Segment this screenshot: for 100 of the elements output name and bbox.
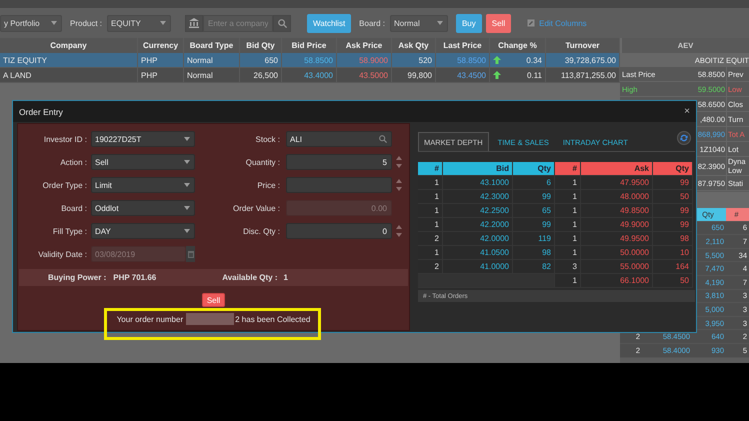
column-header: Ask Qty: [392, 38, 436, 53]
table-cell: 47.9500: [581, 176, 653, 190]
redaction-block: [186, 313, 234, 325]
dropdown-field[interactable]: 190227D25T: [91, 131, 195, 147]
table-cell: 42.2500: [443, 204, 513, 218]
table-cell: 41.0000: [443, 260, 513, 274]
field-label: Investor ID :: [42, 134, 87, 144]
column-header: Bid: [443, 162, 513, 176]
close-button[interactable]: ×: [684, 106, 690, 117]
caret-icon: [184, 229, 190, 233]
table-cell: 41.0500: [443, 246, 513, 260]
summary-label: Available Qty :: [222, 273, 278, 282]
table-cell: 98: [653, 232, 693, 246]
table-cell: 1: [555, 274, 581, 288]
calendar-button[interactable]: [186, 246, 195, 262]
field-label: Quantity :: [244, 158, 280, 166]
field-label: Fill Type :: [52, 226, 87, 236]
stock-search-field[interactable]: ALI: [286, 131, 392, 147]
column-header: Bid Price: [282, 38, 337, 53]
table-cell: 2: [418, 232, 443, 246]
field-label: Action :: [59, 158, 87, 166]
table-cell: 65: [513, 204, 555, 218]
column-header: Company: [0, 38, 138, 53]
column-header: Currency: [138, 38, 184, 53]
number-field[interactable]: [286, 177, 392, 193]
table-cell: 0.11: [527, 70, 542, 80]
table-cell: 1: [555, 246, 581, 260]
exchange-button[interactable]: [185, 14, 204, 32]
table-cell: 2: [418, 260, 443, 274]
edit-icon: [527, 19, 536, 27]
table-cell: 1: [418, 246, 443, 260]
bank-icon: [189, 18, 200, 28]
column-header: Last Price: [436, 38, 490, 53]
table-cell: PHP: [138, 53, 184, 67]
search-icon: [379, 135, 387, 143]
table-cell: 50.0000: [581, 246, 653, 260]
product-dropdown[interactable]: EQUITY: [107, 14, 172, 32]
table-cell: 1: [418, 218, 443, 232]
table-cell: 58.8500: [282, 53, 337, 67]
table-cell: 50: [653, 274, 693, 288]
table-cell: 66.1000: [581, 274, 653, 288]
table-cell: 43.4500: [436, 68, 490, 82]
table-cell: 99: [653, 204, 693, 218]
column-header: Turnover: [546, 38, 620, 53]
table-cell: 82: [513, 260, 555, 274]
column-header: Ask: [581, 162, 653, 176]
table-cell: 1: [555, 232, 581, 246]
field-label: Board :: [60, 204, 87, 212]
refresh-icon[interactable]: [677, 131, 691, 145]
table-cell: PHP: [138, 68, 184, 82]
dropdown-field[interactable]: DAY: [91, 223, 195, 239]
column-header: #: [418, 162, 443, 176]
sell-button[interactable]: Sell: [486, 14, 512, 32]
table-cell: 650: [240, 53, 282, 67]
table-cell: 42.3000: [443, 190, 513, 204]
table-cell: 42.2000: [443, 218, 513, 232]
caret-icon: [51, 21, 57, 25]
dropdown-field[interactable]: Limit: [91, 177, 195, 193]
dropdown-field[interactable]: Oddlot: [91, 200, 195, 216]
table-cell: 49.9500: [581, 232, 653, 246]
caret-icon: [184, 206, 190, 210]
spinner-icon[interactable]: [396, 178, 402, 192]
number-field[interactable]: 5: [286, 154, 392, 170]
table-cell: 99: [513, 218, 555, 232]
caret-icon: [184, 137, 190, 141]
table-cell: 43.1000: [443, 176, 513, 190]
table-cell: 55.0000: [581, 260, 653, 274]
dropdown-field[interactable]: Sell: [91, 154, 195, 170]
table-cell: 99: [653, 218, 693, 232]
table-cell: 164: [653, 260, 693, 274]
caret-icon: [184, 183, 190, 187]
summary-value: PHP 701.66: [113, 273, 156, 282]
table-cell: 99: [513, 190, 555, 204]
column-header: Bid Qty: [240, 38, 282, 53]
search-button[interactable]: [273, 14, 292, 32]
number-field[interactable]: 0: [286, 223, 392, 239]
portfolio-dropdown[interactable]: y Portfolio: [0, 14, 62, 32]
field-label: Stock :: [254, 134, 280, 144]
column-header: Qty: [513, 162, 555, 176]
caret-icon: [160, 21, 166, 25]
table-cell: 1: [555, 176, 581, 190]
field-label: Validity Date :: [37, 250, 87, 258]
sell-button[interactable]: Sell: [202, 293, 226, 307]
table-cell: 58.9000: [337, 53, 392, 67]
spinner-icon[interactable]: [396, 224, 402, 238]
table-cell: 43.4000: [282, 68, 337, 82]
spinner-icon[interactable]: [396, 155, 402, 169]
caret-icon: [184, 160, 190, 164]
table-cell: 49.9000: [581, 218, 653, 232]
board-dropdown[interactable]: Normal: [390, 14, 448, 32]
field-label: Order Type :: [42, 180, 87, 190]
table-cell: 119: [513, 232, 555, 246]
summary-value: 1: [284, 273, 288, 282]
table-cell: TIZ EQUITY: [0, 53, 138, 67]
dialog-title: Order Entry: [19, 106, 63, 116]
field-label: Price :: [256, 180, 280, 190]
field-label: Board :: [359, 18, 385, 28]
table-cell: 3: [555, 260, 581, 274]
field-label: Product :: [70, 18, 102, 28]
field-label: Order Value :: [232, 204, 280, 212]
